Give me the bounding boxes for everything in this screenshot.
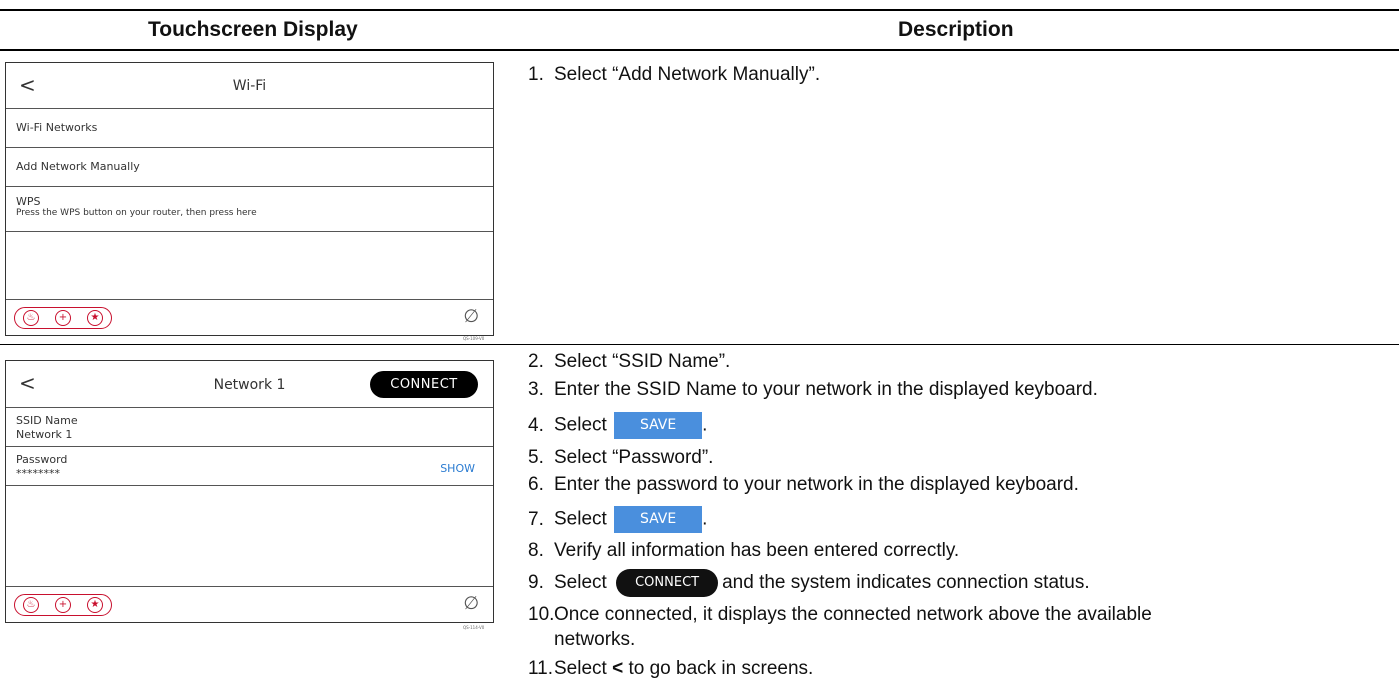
top-rule [0, 9, 1399, 11]
step-number: 3. [528, 379, 544, 400]
step-text: Enter the SSID Name to your network in t… [554, 379, 1098, 400]
connect-button-illustration: CONNECT [616, 569, 719, 597]
password-label: Password [16, 453, 68, 466]
show-password-button[interactable]: SHOW [440, 462, 475, 475]
step-4: 4. Select SAVE. [528, 412, 707, 439]
wifi-screen-title: Wi-Fi [232, 78, 267, 94]
step-11: 11.Select < to go back in screens. [528, 658, 813, 680]
step-number: 7. [528, 508, 544, 530]
step-number: 9. [528, 572, 544, 594]
header-rule [0, 49, 1399, 51]
step-text: Select “SSID Name”. [554, 351, 731, 372]
step-10-continuation: networks. [554, 629, 635, 651]
step-number: 6. [528, 474, 544, 495]
screen-footer: ♨ + ★ ∅ [6, 586, 493, 622]
fire-icon[interactable]: ♨ [23, 597, 39, 613]
password-field[interactable]: Password ******** SHOW [6, 447, 493, 486]
ssid-name-field[interactable]: SSID Name Network 1 [6, 408, 493, 447]
menu-item-wifi-networks[interactable]: Wi-Fi Networks [6, 109, 493, 148]
header-description: Description [898, 18, 1014, 41]
no-signal-icon: ∅ [463, 306, 479, 327]
emergency-buttons[interactable]: ♨ + ★ [14, 594, 112, 616]
step-number: 1. [528, 64, 544, 85]
step-text: Select [554, 414, 607, 436]
medical-icon[interactable]: + [55, 597, 71, 613]
menu-item-label: WPS [16, 195, 41, 208]
step-8: 8. Verify all information has been entere… [528, 540, 959, 562]
step-text: Select “Add Network Manually”. [554, 64, 821, 85]
step-7: 7. Select SAVE. [528, 506, 707, 533]
screen-footer: ♨ + ★ ∅ [6, 299, 493, 335]
step-number: 11. [528, 658, 554, 679]
menu-item-wps[interactable]: WPS Press the WPS button on your router,… [6, 187, 493, 232]
fire-icon[interactable]: ♨ [23, 310, 39, 326]
menu-item-sublabel: Press the WPS button on your router, the… [16, 208, 257, 218]
step-1: 1. Select “Add Network Manually”. [528, 64, 820, 86]
menu-item-label: Add Network Manually [16, 160, 140, 173]
police-icon[interactable]: ★ [87, 597, 103, 613]
step-text: Select [554, 658, 607, 679]
step-number: 2. [528, 351, 544, 372]
step-text: Verify all information has been entered … [554, 540, 960, 561]
step-text: Select “Password”. [554, 447, 714, 468]
step-text-end: to go back in screens. [628, 658, 814, 679]
ssid-name-value: Network 1 [16, 428, 73, 441]
network-screen: < Network 1 CONNECT SSID Name Network 1 … [5, 360, 494, 623]
no-signal-icon: ∅ [463, 593, 479, 614]
step-number: 8. [528, 540, 544, 561]
medical-icon[interactable]: + [55, 310, 71, 326]
step-2: 2. Select “SSID Name”. [528, 351, 730, 373]
police-icon[interactable]: ★ [87, 310, 103, 326]
network-screen-header: < Network 1 CONNECT [6, 361, 493, 408]
step-text-end: . [702, 508, 708, 530]
menu-item-add-network-manually[interactable]: Add Network Manually [6, 148, 493, 187]
save-button-illustration: SAVE [614, 506, 703, 533]
connect-button[interactable]: CONNECT [370, 371, 478, 398]
step-10: 10.Once connected, it displays the conne… [528, 604, 1152, 626]
step-text: Select [554, 572, 607, 594]
password-value: ******** [16, 467, 60, 480]
step-6: 6. Enter the password to your network in … [528, 474, 1079, 496]
step-5: 5. Select “Password”. [528, 447, 713, 469]
emergency-buttons[interactable]: ♨ + ★ [14, 307, 112, 329]
step-text: networks. [554, 629, 636, 650]
menu-item-label: Wi-Fi Networks [16, 121, 98, 134]
step-3: 3. Enter the SSID Name to your network in… [528, 379, 1098, 401]
step-text: Once connected, it displays the connecte… [554, 604, 1152, 625]
save-button-illustration: SAVE [614, 412, 703, 439]
step-number: 5. [528, 447, 544, 468]
row-rule [0, 344, 1399, 345]
step-text-end: . [702, 414, 708, 436]
step-text: Enter the password to your network in th… [554, 474, 1079, 495]
step-text: Select [554, 508, 607, 530]
step-number: 4. [528, 414, 544, 436]
header-touchscreen-display: Touchscreen Display [148, 18, 358, 41]
step-number: 10. [528, 604, 555, 625]
figure-code: QS-114-V0 [463, 625, 485, 630]
figure-code: QS-109-V0 [463, 336, 485, 341]
wifi-screen-header: < Wi-Fi [6, 63, 493, 109]
step-text-end: and the system indicates connection stat… [722, 572, 1090, 594]
wifi-screen: < Wi-Fi Wi-Fi Networks Add Network Manua… [5, 62, 494, 336]
ssid-name-label: SSID Name [16, 414, 78, 427]
back-symbol: < [612, 658, 624, 679]
step-9: 9. Select CONNECT and the system indicates… [528, 569, 1090, 597]
